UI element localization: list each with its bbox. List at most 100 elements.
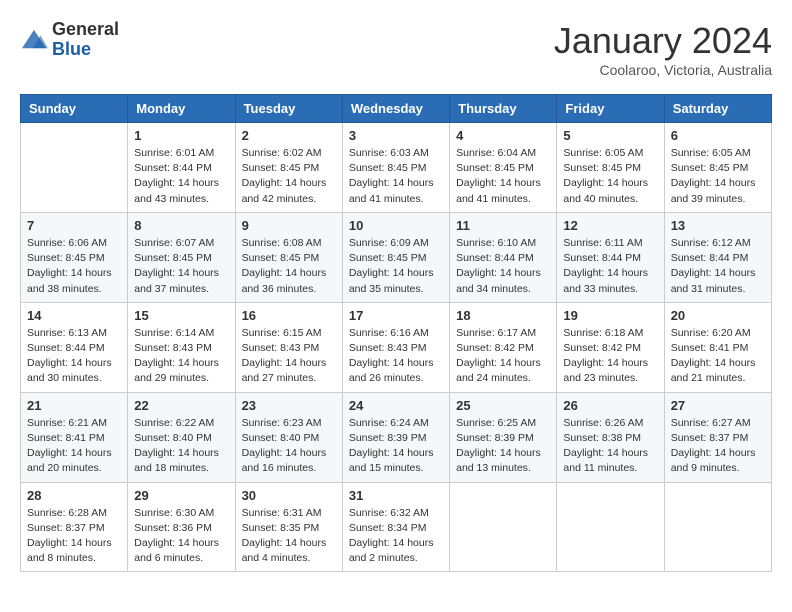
day-number: 24	[349, 398, 443, 413]
sunset-text: Sunset: 8:41 PM	[671, 341, 765, 356]
day-number: 25	[456, 398, 550, 413]
daylight-text: Daylight: 14 hours and 20 minutes.	[27, 446, 121, 476]
sunrise-text: Sunrise: 6:30 AM	[134, 506, 228, 521]
sunset-text: Sunset: 8:42 PM	[563, 341, 657, 356]
calendar-cell: 11 Sunrise: 6:10 AM Sunset: 8:44 PM Dayl…	[450, 212, 557, 302]
cell-content: Sunrise: 6:18 AM Sunset: 8:42 PM Dayligh…	[563, 326, 657, 387]
day-number: 8	[134, 218, 228, 233]
day-number: 31	[349, 488, 443, 503]
calendar-cell: 9 Sunrise: 6:08 AM Sunset: 8:45 PM Dayli…	[235, 212, 342, 302]
sunrise-text: Sunrise: 6:16 AM	[349, 326, 443, 341]
calendar-cell: 24 Sunrise: 6:24 AM Sunset: 8:39 PM Dayl…	[342, 392, 449, 482]
sunrise-text: Sunrise: 6:02 AM	[242, 146, 336, 161]
calendar-cell: 27 Sunrise: 6:27 AM Sunset: 8:37 PM Dayl…	[664, 392, 771, 482]
day-number: 16	[242, 308, 336, 323]
day-number: 11	[456, 218, 550, 233]
sunset-text: Sunset: 8:44 PM	[134, 161, 228, 176]
calendar-cell	[557, 482, 664, 572]
page-header: General Blue January 2024 Coolaroo, Vict…	[20, 20, 772, 78]
sunrise-text: Sunrise: 6:23 AM	[242, 416, 336, 431]
sunset-text: Sunset: 8:43 PM	[242, 341, 336, 356]
day-number: 14	[27, 308, 121, 323]
sunrise-text: Sunrise: 6:32 AM	[349, 506, 443, 521]
sunset-text: Sunset: 8:41 PM	[27, 431, 121, 446]
calendar-cell: 4 Sunrise: 6:04 AM Sunset: 8:45 PM Dayli…	[450, 123, 557, 213]
sunrise-text: Sunrise: 6:11 AM	[563, 236, 657, 251]
daylight-text: Daylight: 14 hours and 26 minutes.	[349, 356, 443, 386]
sunrise-text: Sunrise: 6:27 AM	[671, 416, 765, 431]
sunset-text: Sunset: 8:44 PM	[563, 251, 657, 266]
calendar-cell: 18 Sunrise: 6:17 AM Sunset: 8:42 PM Dayl…	[450, 302, 557, 392]
cell-content: Sunrise: 6:09 AM Sunset: 8:45 PM Dayligh…	[349, 236, 443, 297]
sunrise-text: Sunrise: 6:05 AM	[563, 146, 657, 161]
day-number: 23	[242, 398, 336, 413]
sunrise-text: Sunrise: 6:26 AM	[563, 416, 657, 431]
calendar-cell: 21 Sunrise: 6:21 AM Sunset: 8:41 PM Dayl…	[21, 392, 128, 482]
cell-content: Sunrise: 6:08 AM Sunset: 8:45 PM Dayligh…	[242, 236, 336, 297]
sunset-text: Sunset: 8:45 PM	[242, 161, 336, 176]
daylight-text: Daylight: 14 hours and 9 minutes.	[671, 446, 765, 476]
calendar-cell: 26 Sunrise: 6:26 AM Sunset: 8:38 PM Dayl…	[557, 392, 664, 482]
sunrise-text: Sunrise: 6:25 AM	[456, 416, 550, 431]
calendar-cell	[450, 482, 557, 572]
daylight-text: Daylight: 14 hours and 13 minutes.	[456, 446, 550, 476]
day-number: 21	[27, 398, 121, 413]
daylight-text: Daylight: 14 hours and 11 minutes.	[563, 446, 657, 476]
sunrise-text: Sunrise: 6:13 AM	[27, 326, 121, 341]
sunrise-text: Sunrise: 6:15 AM	[242, 326, 336, 341]
sunrise-text: Sunrise: 6:20 AM	[671, 326, 765, 341]
daylight-text: Daylight: 14 hours and 31 minutes.	[671, 266, 765, 296]
cell-content: Sunrise: 6:24 AM Sunset: 8:39 PM Dayligh…	[349, 416, 443, 477]
sunset-text: Sunset: 8:43 PM	[349, 341, 443, 356]
daylight-text: Daylight: 14 hours and 29 minutes.	[134, 356, 228, 386]
daylight-text: Daylight: 14 hours and 23 minutes.	[563, 356, 657, 386]
cell-content: Sunrise: 6:13 AM Sunset: 8:44 PM Dayligh…	[27, 326, 121, 387]
sunrise-text: Sunrise: 6:17 AM	[456, 326, 550, 341]
calendar-cell: 7 Sunrise: 6:06 AM Sunset: 8:45 PM Dayli…	[21, 212, 128, 302]
calendar-cell: 8 Sunrise: 6:07 AM Sunset: 8:45 PM Dayli…	[128, 212, 235, 302]
daylight-text: Daylight: 14 hours and 16 minutes.	[242, 446, 336, 476]
column-header-friday: Friday	[557, 95, 664, 123]
daylight-text: Daylight: 14 hours and 36 minutes.	[242, 266, 336, 296]
sunrise-text: Sunrise: 6:01 AM	[134, 146, 228, 161]
day-number: 26	[563, 398, 657, 413]
daylight-text: Daylight: 14 hours and 27 minutes.	[242, 356, 336, 386]
calendar-cell: 22 Sunrise: 6:22 AM Sunset: 8:40 PM Dayl…	[128, 392, 235, 482]
sunrise-text: Sunrise: 6:06 AM	[27, 236, 121, 251]
cell-content: Sunrise: 6:32 AM Sunset: 8:34 PM Dayligh…	[349, 506, 443, 567]
sunset-text: Sunset: 8:45 PM	[456, 161, 550, 176]
day-number: 22	[134, 398, 228, 413]
cell-content: Sunrise: 6:28 AM Sunset: 8:37 PM Dayligh…	[27, 506, 121, 567]
calendar-cell: 13 Sunrise: 6:12 AM Sunset: 8:44 PM Dayl…	[664, 212, 771, 302]
sunset-text: Sunset: 8:37 PM	[671, 431, 765, 446]
calendar-cell: 23 Sunrise: 6:23 AM Sunset: 8:40 PM Dayl…	[235, 392, 342, 482]
sunrise-text: Sunrise: 6:05 AM	[671, 146, 765, 161]
calendar-cell: 20 Sunrise: 6:20 AM Sunset: 8:41 PM Dayl…	[664, 302, 771, 392]
sunrise-text: Sunrise: 6:08 AM	[242, 236, 336, 251]
sunset-text: Sunset: 8:34 PM	[349, 521, 443, 536]
calendar-cell: 10 Sunrise: 6:09 AM Sunset: 8:45 PM Dayl…	[342, 212, 449, 302]
cell-content: Sunrise: 6:25 AM Sunset: 8:39 PM Dayligh…	[456, 416, 550, 477]
cell-content: Sunrise: 6:16 AM Sunset: 8:43 PM Dayligh…	[349, 326, 443, 387]
sunset-text: Sunset: 8:40 PM	[242, 431, 336, 446]
column-header-wednesday: Wednesday	[342, 95, 449, 123]
day-number: 7	[27, 218, 121, 233]
sunset-text: Sunset: 8:44 PM	[27, 341, 121, 356]
sunrise-text: Sunrise: 6:10 AM	[456, 236, 550, 251]
day-number: 15	[134, 308, 228, 323]
cell-content: Sunrise: 6:05 AM Sunset: 8:45 PM Dayligh…	[563, 146, 657, 207]
sunset-text: Sunset: 8:44 PM	[671, 251, 765, 266]
cell-content: Sunrise: 6:30 AM Sunset: 8:36 PM Dayligh…	[134, 506, 228, 567]
calendar-cell: 14 Sunrise: 6:13 AM Sunset: 8:44 PM Dayl…	[21, 302, 128, 392]
day-number: 12	[563, 218, 657, 233]
sunset-text: Sunset: 8:36 PM	[134, 521, 228, 536]
cell-content: Sunrise: 6:12 AM Sunset: 8:44 PM Dayligh…	[671, 236, 765, 297]
logo-line2: Blue	[52, 40, 119, 60]
calendar-cell	[664, 482, 771, 572]
calendar-cell: 1 Sunrise: 6:01 AM Sunset: 8:44 PM Dayli…	[128, 123, 235, 213]
daylight-text: Daylight: 14 hours and 43 minutes.	[134, 176, 228, 206]
calendar-header-row: SundayMondayTuesdayWednesdayThursdayFrid…	[21, 95, 772, 123]
cell-content: Sunrise: 6:04 AM Sunset: 8:45 PM Dayligh…	[456, 146, 550, 207]
daylight-text: Daylight: 14 hours and 34 minutes.	[456, 266, 550, 296]
sunset-text: Sunset: 8:45 PM	[563, 161, 657, 176]
